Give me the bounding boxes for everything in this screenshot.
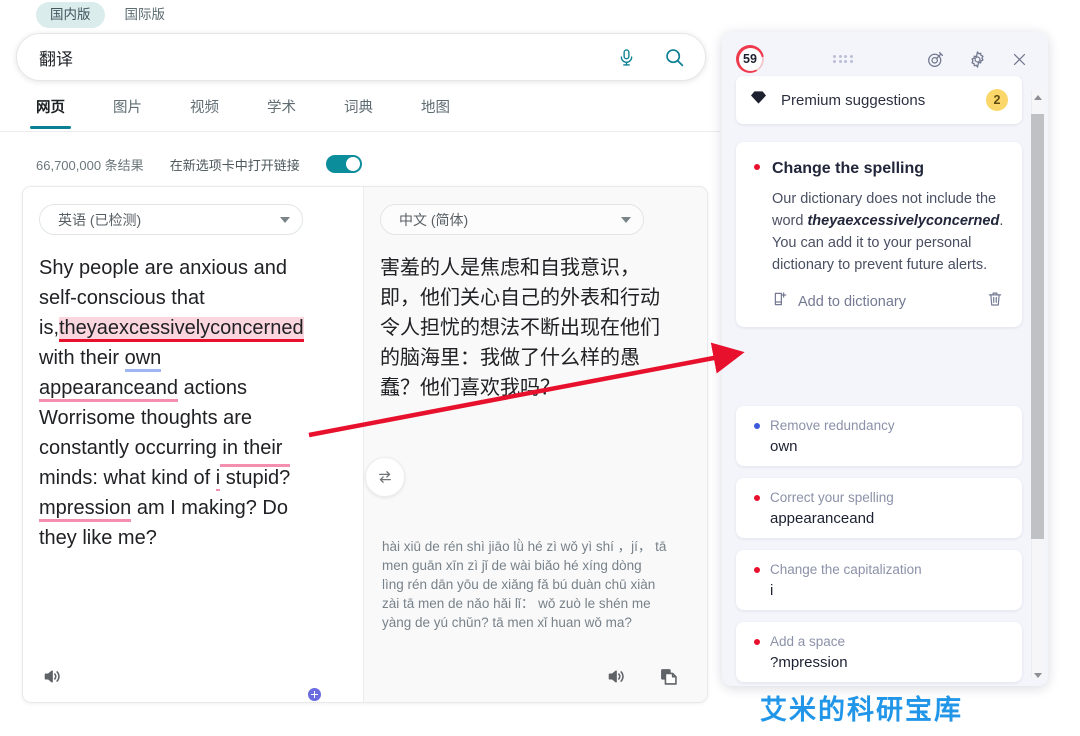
source-text[interactable]: Shy people are anxious and self-consciou… bbox=[39, 253, 323, 553]
suggestion-title: Remove redundancy bbox=[770, 418, 895, 433]
add-to-dictionary-label[interactable]: Add to dictionary bbox=[798, 294, 986, 310]
result-meta-row: 66,700,000 条结果 在新选项卡中打开链接 bbox=[0, 148, 720, 180]
nav-tab-dictionary[interactable]: 词典 bbox=[338, 92, 379, 129]
suggestion-card-spelling[interactable]: Change the spelling Our dictionary does … bbox=[736, 142, 1022, 327]
edition-tab-domestic[interactable]: 国内版 bbox=[36, 1, 105, 29]
target-language-select[interactable]: 中文 (简体) bbox=[380, 204, 644, 235]
toggle-knob bbox=[345, 157, 360, 171]
chevron-down-icon bbox=[621, 216, 631, 223]
scroll-down-arrow-icon[interactable] bbox=[1031, 668, 1044, 683]
nav-tab-academic[interactable]: 学术 bbox=[261, 92, 302, 129]
gear-icon[interactable] bbox=[964, 46, 990, 72]
watermark: 艾米的科研宝库 bbox=[760, 695, 963, 726]
drag-handle-icon[interactable] bbox=[764, 54, 922, 64]
translate-card: 英语 (已检测) Shy people are anxious and self… bbox=[22, 186, 708, 703]
swap-languages-button[interactable] bbox=[365, 457, 405, 497]
suggestion-card-redundancy[interactable]: Remove redundancy own bbox=[736, 406, 1022, 466]
source-language-label: 英语 (已检测) bbox=[58, 211, 142, 228]
grammarly-panel: 59 Premium suggestions 2 Change the spel… bbox=[722, 32, 1048, 686]
suggestion-footer: Add to dictionary bbox=[772, 290, 1004, 313]
suggestion-body-word: theyaexcessivelyconcerned bbox=[807, 213, 1000, 229]
add-to-dictionary-icon[interactable] bbox=[772, 290, 790, 313]
writing-score[interactable]: 59 bbox=[736, 45, 764, 73]
suggestion-word: i bbox=[770, 582, 774, 599]
premium-suggestions-row[interactable]: Premium suggestions 2 bbox=[736, 76, 1022, 124]
search-icon-group bbox=[613, 44, 687, 70]
panel-scrollbar-thumb[interactable] bbox=[1031, 114, 1044, 539]
translate-columns: 英语 (已检测) Shy people are anxious and self… bbox=[23, 187, 707, 702]
copy-icon[interactable] bbox=[655, 663, 681, 689]
suggestion-body: Our dictionary does not include the word… bbox=[772, 188, 1004, 276]
chevron-down-icon bbox=[280, 216, 290, 223]
pinyin-text: hài xiū de rén shì jiāo lǜ hé zì wǒ yì s… bbox=[382, 539, 667, 630]
trash-icon[interactable] bbox=[986, 290, 1004, 313]
score-value: 59 bbox=[743, 52, 757, 66]
goals-target-icon[interactable] bbox=[922, 46, 948, 72]
nav-tab-images[interactable]: 图片 bbox=[107, 92, 148, 129]
search-icon[interactable] bbox=[661, 44, 687, 70]
suggestion-dot bbox=[754, 164, 760, 170]
suggestion-card-capitalization[interactable]: Change the capitalization i bbox=[736, 550, 1022, 610]
source-language-select[interactable]: 英语 (已检测) bbox=[39, 204, 303, 235]
suggestion-title: Change the spelling bbox=[772, 160, 925, 177]
source-column: 英语 (已检测) Shy people are anxious and self… bbox=[23, 187, 363, 702]
source-text-underline-own: own bbox=[124, 347, 162, 372]
nav-tab-bar: 网页 图片 视频 学术 词典 地图 bbox=[0, 92, 720, 132]
microphone-icon[interactable] bbox=[613, 44, 639, 70]
suggestion-title: Change the capitalization bbox=[770, 562, 922, 577]
scroll-up-arrow-icon[interactable] bbox=[1031, 90, 1044, 105]
target-language-label: 中文 (简体) bbox=[399, 211, 469, 228]
suggestion-word: appearanceand bbox=[770, 510, 875, 527]
suggestion-dot bbox=[754, 567, 760, 573]
search-box[interactable]: 翻译 bbox=[16, 33, 706, 81]
suggestion-card-add-space[interactable]: Add a space ?mpression bbox=[736, 622, 1022, 682]
source-text-underline-mpression: mpression bbox=[39, 497, 132, 522]
target-column: 中文 (简体) 害羞的人是焦虑和自我意识，即，他们关心自己的外表和行动 令人担忧… bbox=[364, 187, 707, 702]
suggestion-dot bbox=[754, 639, 760, 645]
diamond-icon bbox=[750, 90, 767, 110]
suggestion-card-spelling-2[interactable]: Correct your spelling appearanceand bbox=[736, 478, 1022, 538]
premium-suggestions-label: Premium suggestions bbox=[781, 91, 926, 109]
nav-tab-videos[interactable]: 视频 bbox=[184, 92, 225, 129]
suggestion-dot bbox=[754, 495, 760, 501]
target-text: 害羞的人是焦虑和自我意识，即，他们关心自己的外表和行动 令人担忧的想法不断出现在… bbox=[380, 257, 660, 399]
new-tab-toggle-label: 在新选项卡中打开链接 bbox=[169, 157, 300, 173]
result-count: 66,700,000 条结果 bbox=[36, 157, 144, 173]
source-text-underline-appearanceand: appearanceand bbox=[39, 377, 179, 402]
source-actions bbox=[23, 650, 363, 702]
suggestion-word: own bbox=[770, 438, 798, 455]
source-text-highlight-spelling: theyaexcessivelyconcerned bbox=[59, 317, 304, 342]
grammarly-header-tools bbox=[922, 46, 1032, 72]
nav-divider bbox=[0, 131, 720, 132]
speaker-icon[interactable] bbox=[39, 663, 65, 689]
nav-tab-web[interactable]: 网页 bbox=[30, 92, 71, 129]
search-input[interactable]: 翻译 bbox=[39, 45, 613, 70]
suggestion-title: Correct your spelling bbox=[770, 490, 894, 505]
target-actions bbox=[407, 650, 707, 702]
page-root: 国内版 国际版 翻译 网页 图片 视频 学术 词典 地图 66,700,000 … bbox=[0, 0, 1080, 736]
source-text-plain-4: stupid? bbox=[220, 464, 291, 489]
edition-tab-bar: 国内版 国际版 bbox=[0, 0, 720, 30]
suggestion-word: ?mpression bbox=[770, 654, 848, 671]
speaker-icon[interactable] bbox=[603, 663, 629, 689]
new-tab-toggle[interactable] bbox=[325, 155, 362, 173]
suggestion-title: Add a space bbox=[770, 634, 846, 649]
premium-count-badge: 2 bbox=[986, 89, 1008, 111]
suggestion-dot bbox=[754, 423, 760, 429]
edition-tab-international[interactable]: 国际版 bbox=[111, 2, 180, 29]
close-icon[interactable] bbox=[1006, 46, 1032, 72]
nav-tab-maps[interactable]: 地图 bbox=[415, 92, 456, 129]
